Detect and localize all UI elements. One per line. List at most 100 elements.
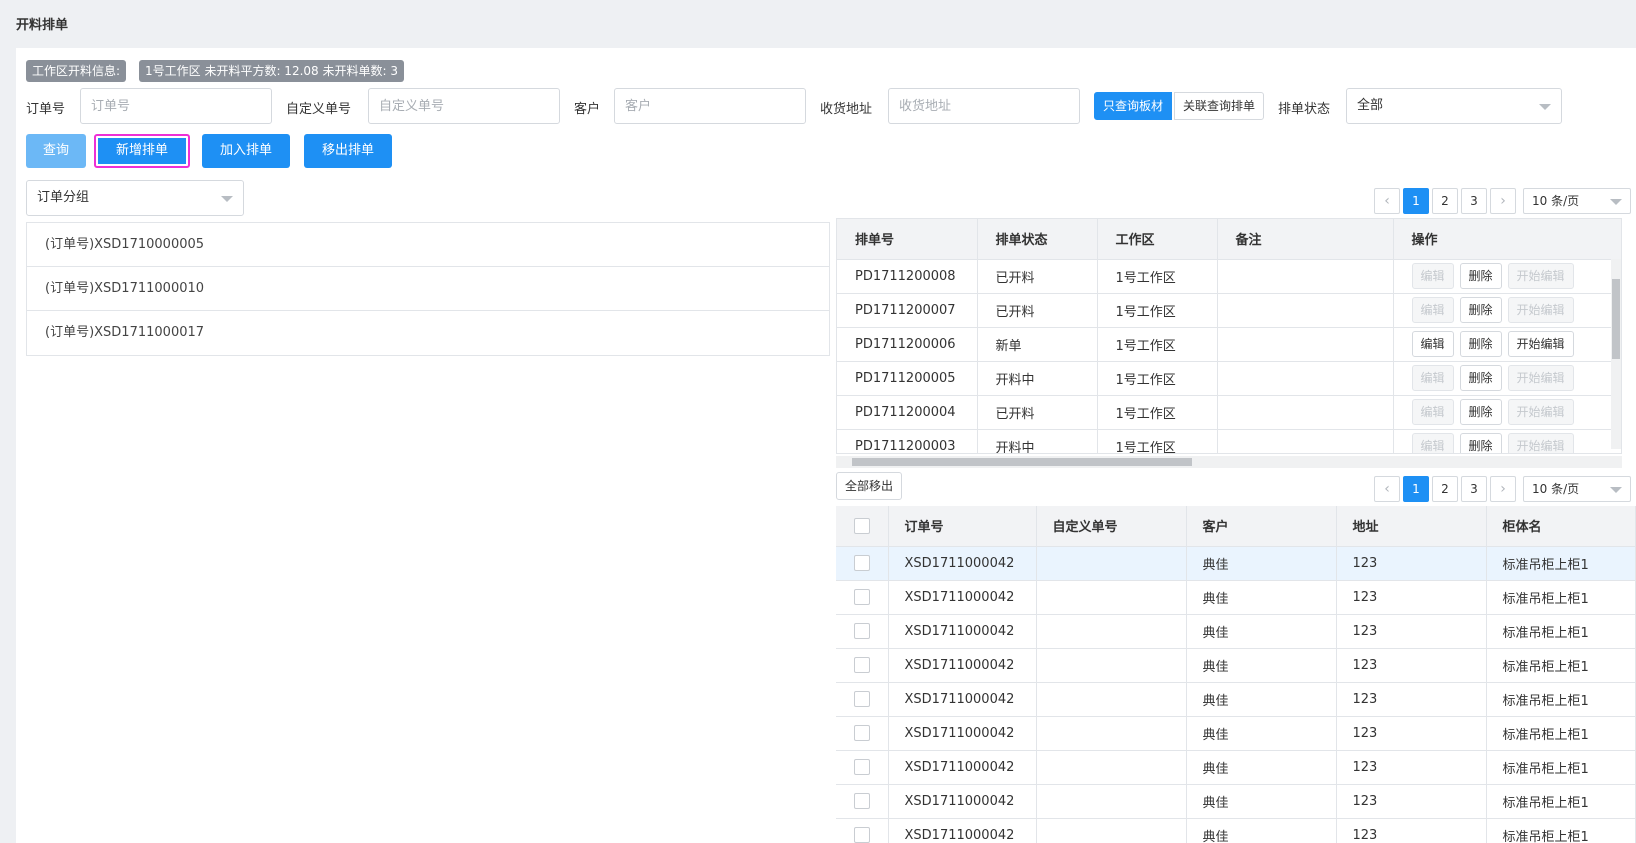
- column-header: 操作: [1393, 219, 1621, 260]
- order-group-value: 订单分组: [37, 190, 90, 205]
- delete-button[interactable]: 删除: [1459, 331, 1502, 357]
- page-size-select[interactable]: 10 条/页: [1523, 188, 1631, 214]
- chevron-down-icon: [1610, 487, 1622, 493]
- custom-no-cell: [1036, 682, 1187, 717]
- row-select-cell: [836, 648, 889, 683]
- row-select-cell: [836, 546, 889, 581]
- customer-cell: 典佳: [1186, 716, 1337, 751]
- row-select-cell: [836, 750, 889, 785]
- page-size-value: 10 条/页: [1532, 194, 1580, 208]
- schedule-status-cell: 已开料: [977, 293, 1098, 328]
- order-no-input[interactable]: [80, 88, 272, 124]
- row-checkbox[interactable]: [853, 589, 870, 605]
- order-group-select[interactable]: 订单分组: [26, 180, 244, 216]
- note-cell: [1217, 293, 1394, 328]
- table-row[interactable]: XSD1711000042 典佳 123 标准吊柜上柜1: [836, 648, 1636, 683]
- row-checkbox[interactable]: [853, 691, 870, 707]
- row-select-cell: [836, 818, 889, 843]
- column-header: 客户: [1186, 506, 1337, 547]
- horizontal-scrollbar[interactable]: [836, 456, 1622, 468]
- delete-button[interactable]: 删除: [1459, 297, 1502, 323]
- query-button[interactable]: 查询: [26, 134, 86, 168]
- address-input[interactable]: [888, 88, 1080, 124]
- work-area-cell: 1号工作区: [1097, 429, 1218, 453]
- delete-button[interactable]: 删除: [1459, 365, 1502, 391]
- new-schedule-button[interactable]: 新增排单: [94, 134, 190, 168]
- customer-cell: 典佳: [1186, 784, 1337, 819]
- table-row[interactable]: PD1711200006 新单 1号工作区 编辑 删除 开始编辑: [837, 327, 1621, 362]
- table-row[interactable]: XSD1711000042 典佳 123 标准吊柜上柜1: [836, 818, 1636, 843]
- order-no-cell: XSD1711000042: [888, 750, 1037, 785]
- table-row[interactable]: PD1711200007 已开料 1号工作区 编辑 删除 开始编辑: [837, 293, 1621, 328]
- order-no-cell: XSD1711000042: [888, 784, 1037, 819]
- page-button[interactable]: 1: [1403, 188, 1429, 214]
- table-row[interactable]: PD1711200005 开料中 1号工作区 编辑 删除 开始编辑: [837, 361, 1621, 396]
- page-button[interactable]: 2: [1432, 476, 1458, 502]
- row-checkbox[interactable]: [853, 759, 870, 775]
- cabinet-name-cell: 标准吊柜上柜1: [1486, 546, 1636, 581]
- list-item[interactable]: (订单号)XSD1710000005: [27, 223, 829, 267]
- delete-button[interactable]: 删除: [1459, 399, 1502, 425]
- page-button[interactable]: 3: [1461, 476, 1487, 502]
- order-no-cell: XSD1711000042: [888, 546, 1037, 581]
- start-edit-button[interactable]: 开始编辑: [1507, 331, 1574, 357]
- cabinet-name-cell: 标准吊柜上柜1: [1486, 784, 1636, 819]
- table-row[interactable]: XSD1711000042 典佳 123 标准吊柜上柜1: [836, 750, 1636, 785]
- custom-no-cell: [1036, 818, 1187, 843]
- schedule-table: 排单号 排单状态 工作区 备注 操作 PD1711200008 已开料 1号工作区编…: [836, 218, 1622, 454]
- list-item[interactable]: (订单号)XSD1711000017: [27, 311, 829, 355]
- related-schedule-toggle[interactable]: 关联查询排单: [1174, 92, 1265, 120]
- row-checkbox[interactable]: [853, 555, 870, 571]
- row-checkbox[interactable]: [853, 827, 870, 843]
- delete-button[interactable]: 删除: [1459, 433, 1502, 453]
- page-button[interactable]: 2: [1432, 188, 1458, 214]
- cabinet-name-cell: 标准吊柜上柜1: [1486, 818, 1636, 843]
- schedule-no-cell: PD1711200006: [837, 327, 978, 362]
- start-edit-button: 开始编辑: [1507, 365, 1574, 391]
- next-page-icon[interactable]: ›: [1490, 476, 1516, 502]
- table-row[interactable]: PD1711200003 开料中 1号工作区 编辑 删除 开始编辑: [837, 429, 1621, 453]
- select-all-checkbox[interactable]: [853, 517, 870, 534]
- remove-from-schedule-button[interactable]: 移出排单: [304, 134, 392, 168]
- edit-button[interactable]: 编辑: [1411, 331, 1454, 357]
- list-item[interactable]: (订单号)XSD1711000010: [27, 267, 829, 311]
- remove-all-button[interactable]: 全部移出: [836, 472, 903, 500]
- table-row[interactable]: PD1711200008 已开料 1号工作区 编辑 删除 开始编辑: [837, 259, 1621, 294]
- only-board-toggle[interactable]: 只查询板材: [1094, 92, 1173, 120]
- operations-cell: 编辑 删除 开始编辑: [1393, 361, 1621, 396]
- delete-button[interactable]: 删除: [1459, 263, 1502, 289]
- start-edit-button: 开始编辑: [1507, 263, 1574, 289]
- cabinet-name-cell: 标准吊柜上柜1: [1486, 580, 1636, 615]
- page-button[interactable]: 3: [1461, 188, 1487, 214]
- customer-cell: 典佳: [1186, 682, 1337, 717]
- row-checkbox[interactable]: [853, 623, 870, 639]
- table-row[interactable]: XSD1711000042 典佳 123 标准吊柜上柜1: [836, 682, 1636, 717]
- row-checkbox[interactable]: [853, 725, 870, 741]
- info-label-badge: 工作区开料信息:: [26, 60, 127, 82]
- table-row[interactable]: XSD1711000042 典佳 123 标准吊柜上柜1: [836, 716, 1636, 751]
- table-row[interactable]: XSD1711000042 典佳 123 标准吊柜上柜1: [836, 614, 1636, 649]
- schedule-status-select[interactable]: 全部: [1346, 88, 1562, 124]
- schedule-no-cell: PD1711200007: [837, 293, 978, 328]
- custom-no-cell: [1036, 580, 1187, 615]
- next-page-icon[interactable]: ›: [1490, 188, 1516, 214]
- page-button[interactable]: 1: [1403, 476, 1429, 502]
- table-row[interactable]: XSD1711000042 典佳 123 标准吊柜上柜1: [836, 784, 1636, 819]
- table-row[interactable]: PD1711200004 已开料 1号工作区 编辑 删除 开始编辑: [837, 395, 1621, 430]
- add-to-schedule-button[interactable]: 加入排单: [202, 134, 290, 168]
- customer-input[interactable]: [614, 88, 806, 124]
- row-checkbox[interactable]: [853, 657, 870, 673]
- address-label: 收货地址: [820, 102, 873, 117]
- schedule-status-cell: 已开料: [977, 259, 1098, 294]
- prev-page-icon[interactable]: ‹: [1374, 476, 1400, 502]
- select-all-cell: [836, 506, 889, 547]
- custom-no-input[interactable]: [368, 88, 560, 124]
- row-checkbox[interactable]: [853, 793, 870, 809]
- table-row[interactable]: XSD1711000042 典佳 123 标准吊柜上柜1: [836, 546, 1636, 581]
- table-row[interactable]: XSD1711000042 典佳 123 标准吊柜上柜1: [836, 580, 1636, 615]
- column-header: 柜体名: [1486, 506, 1636, 547]
- prev-page-icon[interactable]: ‹: [1374, 188, 1400, 214]
- vertical-scrollbar[interactable]: [1611, 259, 1621, 449]
- row-select-cell: [836, 716, 889, 751]
- page-size-select[interactable]: 10 条/页: [1523, 476, 1631, 502]
